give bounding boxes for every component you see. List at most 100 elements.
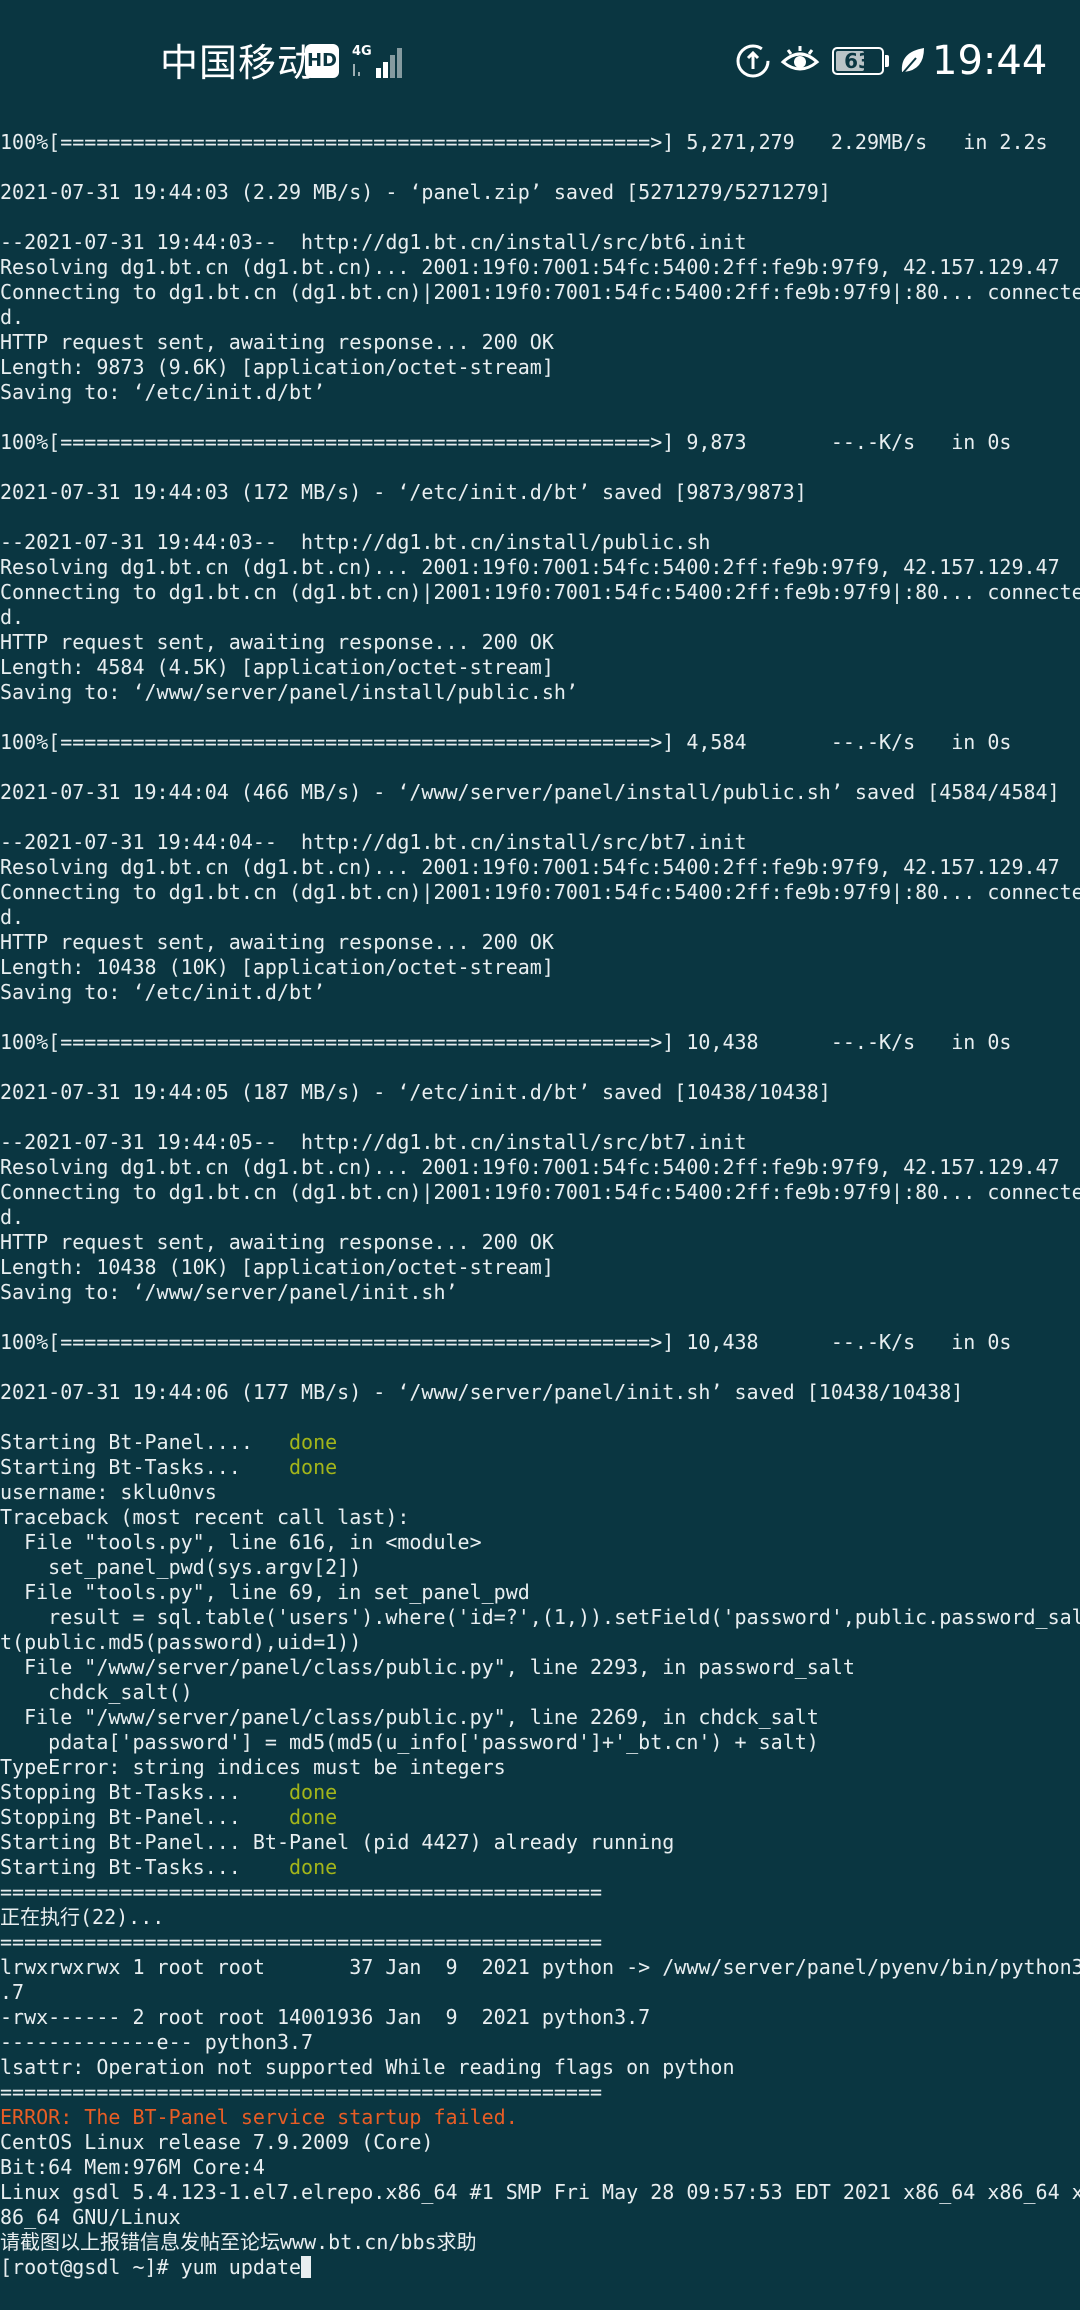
- signal-icon: 4G: [350, 42, 406, 80]
- terminal-line: t(public.md5(password),uid=1)): [0, 1630, 1080, 1655]
- terminal-line-text: Saving to: ‘/www/server/panel/init.sh’: [0, 1280, 458, 1304]
- terminal-line-text: --2021-07-31 19:44:03-- http://dg1.bt.cn…: [0, 230, 747, 254]
- terminal-line-text: Starting Bt-Tasks...: [0, 1455, 289, 1479]
- terminal-line-text: 100%[===================================…: [0, 430, 1012, 454]
- terminal-line: Starting Bt-Tasks... done: [0, 1455, 1080, 1480]
- network-type-label: 4G: [352, 44, 372, 59]
- terminal-line-text: Bit:64 Mem:976M Core:4: [0, 2155, 265, 2179]
- terminal-line-text: Connecting to dg1.bt.cn (dg1.bt.cn)|2001…: [0, 1180, 1080, 1204]
- terminal-line: Stopping Bt-Panel... done: [0, 1805, 1080, 1830]
- terminal-line: 2021-07-31 19:44:03 (172 MB/s) - ‘/etc/i…: [0, 480, 1080, 505]
- terminal-line: Connecting to dg1.bt.cn (dg1.bt.cn)|2001…: [0, 280, 1080, 305]
- terminal-line: Connecting to dg1.bt.cn (dg1.bt.cn)|2001…: [0, 880, 1080, 905]
- terminal-line-text: --2021-07-31 19:44:03-- http://dg1.bt.cn…: [0, 530, 711, 554]
- terminal-line-text: Length: 4584 (4.5K) [application/octet-s…: [0, 655, 554, 679]
- terminal-line-text: result = sql.table('users').where('id=?'…: [0, 1605, 1080, 1629]
- terminal-line-text: HTTP request sent, awaiting response... …: [0, 1230, 554, 1254]
- clock-time: 19:44: [932, 38, 1048, 84]
- terminal-line: File "tools.py", line 69, in set_panel_p…: [0, 1580, 1080, 1605]
- data-saver-icon: [734, 42, 772, 84]
- terminal-cursor[interactable]: [301, 2256, 312, 2278]
- terminal-line-text: [root@gsdl ~]# yum update: [0, 2255, 302, 2279]
- terminal-line-text: t(public.md5(password),uid=1)): [0, 1630, 362, 1654]
- terminal-line: HTTP request sent, awaiting response... …: [0, 1230, 1080, 1255]
- terminal-line-text: HTTP request sent, awaiting response... …: [0, 930, 554, 954]
- eco-leaf-icon: [896, 42, 928, 84]
- terminal-line: 请截图以上报错信息发帖至论坛www.bt.cn/bbs求助: [0, 2230, 1080, 2255]
- terminal-line: set_panel_pwd(sys.argv[2]): [0, 1555, 1080, 1580]
- terminal-line: Stopping Bt-Tasks... done: [0, 1780, 1080, 1805]
- terminal-output[interactable]: 100%[===================================…: [0, 130, 1080, 2295]
- terminal-line-text: Stopping Bt-Tasks...: [0, 1780, 289, 1804]
- terminal-line-text: set_panel_pwd(sys.argv[2]): [0, 1555, 362, 1579]
- terminal-line: --2021-07-31 19:44:03-- http://dg1.bt.cn…: [0, 530, 1080, 555]
- status-done-label: done: [288, 1430, 338, 1454]
- terminal-line: -rwx------ 2 root root 14001936 Jan 9 20…: [0, 2005, 1080, 2030]
- status-bar: 中国移动 HD 4G 63 19:44: [0, 0, 1080, 125]
- terminal-line: -------------e-- python3.7: [0, 2030, 1080, 2055]
- terminal-line: Saving to: ‘/etc/init.d/bt’: [0, 980, 1080, 1005]
- terminal-line-text: File "/www/server/panel/class/public.py"…: [0, 1655, 855, 1679]
- terminal-line-text: Saving to: ‘/etc/init.d/bt’: [0, 980, 326, 1004]
- terminal-line-text: 2021-07-31 19:44:03 (172 MB/s) - ‘/etc/i…: [0, 480, 807, 504]
- terminal-line: TypeError: string indices must be intege…: [0, 1755, 1080, 1780]
- terminal-line-text: d.: [0, 305, 25, 329]
- terminal-line-text: File "/www/server/panel/class/public.py"…: [0, 1705, 819, 1729]
- terminal-line-text: Traceback (most recent call last):: [0, 1505, 410, 1529]
- terminal-line-text: Starting Bt-Panel....: [0, 1430, 289, 1454]
- terminal-line-text: lrwxrwxrwx 1 root root 37 Jan 9 2021 pyt…: [0, 1955, 1080, 1979]
- eye-comfort-icon: [780, 42, 820, 84]
- terminal-line-text: Resolving dg1.bt.cn (dg1.bt.cn)... 2001:…: [0, 1155, 1060, 1179]
- terminal-line: .7: [0, 1980, 1080, 2005]
- terminal-line-text: 2021-07-31 19:44:06 (177 MB/s) - ‘/www/s…: [0, 1380, 964, 1404]
- terminal-line: Connecting to dg1.bt.cn (dg1.bt.cn)|2001…: [0, 580, 1080, 605]
- terminal-line: ========================================…: [0, 1930, 1080, 1955]
- terminal-line-text: ========================================…: [0, 2080, 603, 2104]
- terminal-line: HTTP request sent, awaiting response... …: [0, 930, 1080, 955]
- terminal-line-text: 2021-07-31 19:44:03 (2.29 MB/s) - ‘panel…: [0, 180, 831, 204]
- terminal-line-text: Starting Bt-Tasks...: [0, 1855, 289, 1879]
- terminal-line-text: -rwx------ 2 root root 14001936 Jan 9 20…: [0, 2005, 651, 2029]
- terminal-line-text: .7: [0, 1980, 25, 2004]
- hd-icon: HD: [305, 44, 339, 78]
- terminal-line: 2021-07-31 19:44:06 (177 MB/s) - ‘/www/s…: [0, 1380, 1080, 1405]
- terminal-line-text: Length: 10438 (10K) [application/octet-s…: [0, 955, 554, 979]
- terminal-line: HTTP request sent, awaiting response... …: [0, 330, 1080, 355]
- terminal-line-text: Stopping Bt-Panel...: [0, 1805, 289, 1829]
- terminal-line-text: d.: [0, 1205, 25, 1229]
- terminal-line-text: pdata['password'] = md5(md5(u_info['pass…: [0, 1730, 819, 1754]
- terminal-line: Bit:64 Mem:976M Core:4: [0, 2155, 1080, 2180]
- terminal-line-text: Length: 10438 (10K) [application/octet-s…: [0, 1255, 554, 1279]
- terminal-line: --2021-07-31 19:44:04-- http://dg1.bt.cn…: [0, 830, 1080, 855]
- terminal-line-text: --2021-07-31 19:44:05-- http://dg1.bt.cn…: [0, 1130, 747, 1154]
- terminal-line-text: Saving to: ‘/etc/init.d/bt’: [0, 380, 326, 404]
- terminal-line: Traceback (most recent call last):: [0, 1505, 1080, 1530]
- terminal-line-text: d.: [0, 905, 25, 929]
- terminal-line-text: chdck_salt(): [0, 1680, 193, 1704]
- terminal-line: CentOS Linux release 7.9.2009 (Core): [0, 2130, 1080, 2155]
- terminal-line: 100%[===================================…: [0, 730, 1080, 755]
- terminal-line: d.: [0, 605, 1080, 630]
- terminal-line: d.: [0, 305, 1080, 330]
- terminal-line-text: -------------e-- python3.7: [0, 2030, 314, 2054]
- terminal-line-text: 86_64 GNU/Linux: [0, 2205, 181, 2229]
- terminal-line-text: HTTP request sent, awaiting response... …: [0, 630, 554, 654]
- terminal-line: Length: 10438 (10K) [application/octet-s…: [0, 955, 1080, 980]
- status-done-label: done: [288, 1805, 338, 1829]
- terminal-line: lrwxrwxrwx 1 root root 37 Jan 9 2021 pyt…: [0, 1955, 1080, 1980]
- terminal-line-text: 100%[===================================…: [0, 1330, 1012, 1354]
- terminal-line: 100%[===================================…: [0, 130, 1080, 155]
- battery-cap: [885, 55, 889, 67]
- terminal-line: 86_64 GNU/Linux: [0, 2205, 1080, 2230]
- terminal-line-text: username: sklu0nvs: [0, 1480, 217, 1504]
- terminal-line-text: File "tools.py", line 69, in set_panel_p…: [0, 1580, 530, 1604]
- terminal-line: ERROR: The BT-Panel service startup fail…: [0, 2105, 1080, 2130]
- terminal-line-text: Resolving dg1.bt.cn (dg1.bt.cn)... 2001:…: [0, 255, 1060, 279]
- terminal-line-text: 100%[===================================…: [0, 1030, 1012, 1054]
- terminal-line-text: 100%[===================================…: [0, 130, 1048, 154]
- terminal-line: d.: [0, 905, 1080, 930]
